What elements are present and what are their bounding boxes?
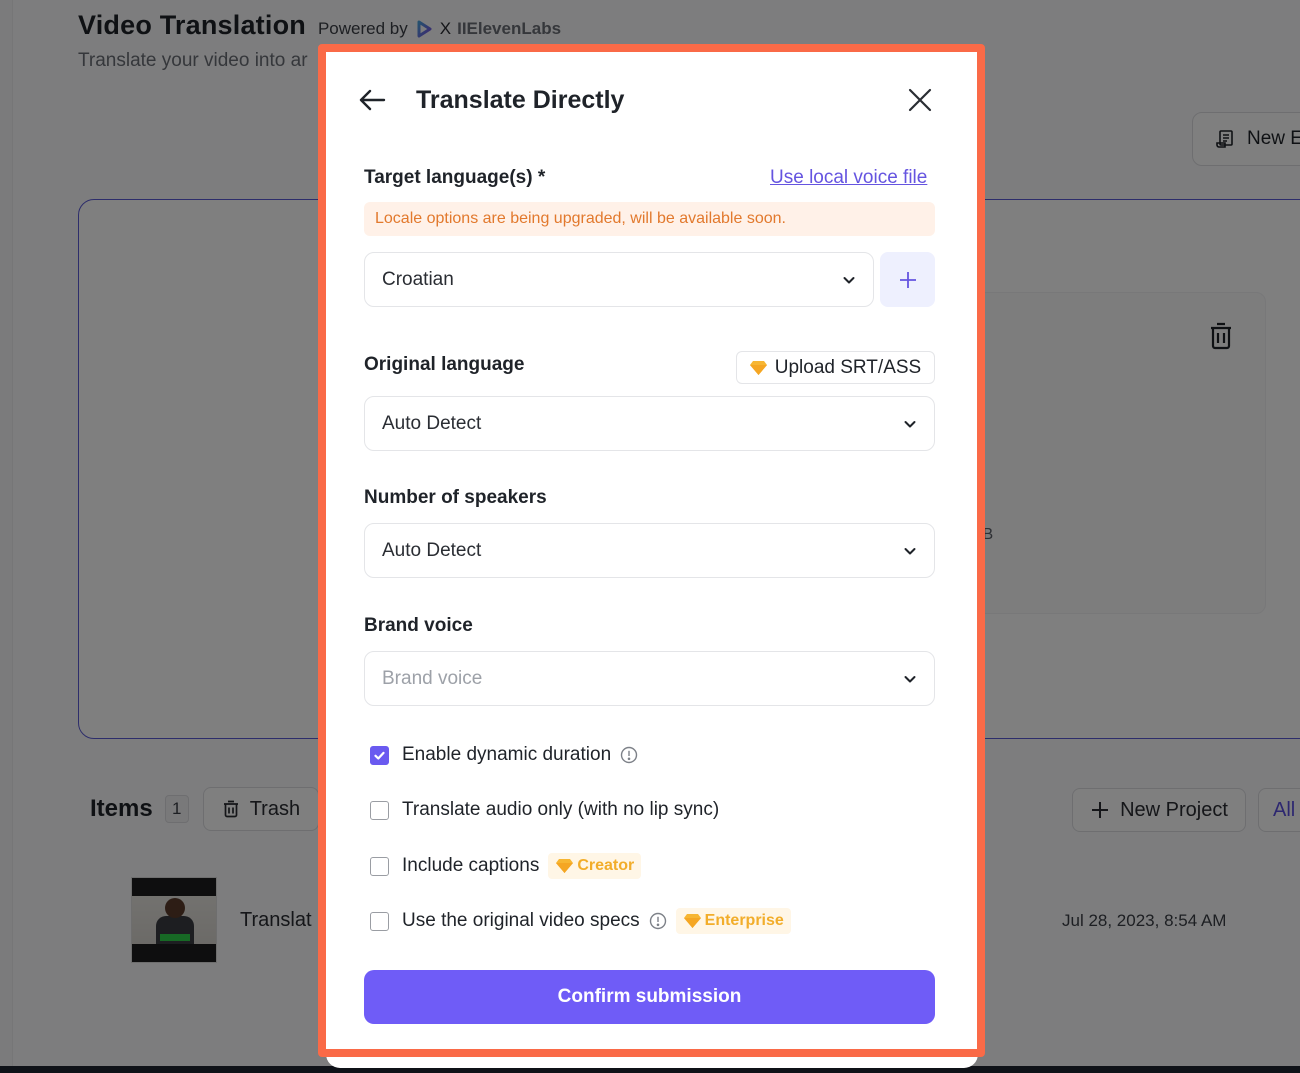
number-of-speakers-label: Number of speakers (364, 487, 547, 508)
audio-only-label: Translate audio only (with no lip sync) (402, 799, 720, 820)
dynamic-duration-label: Enable dynamic duration (402, 744, 612, 765)
info-icon[interactable] (649, 912, 667, 930)
premium-gem-icon (683, 914, 701, 928)
option-dynamic-duration[interactable]: Enable dynamic duration (370, 744, 638, 766)
include-captions-checkbox[interactable] (370, 856, 389, 876)
option-include-captions[interactable]: Include captions Creator (370, 853, 642, 879)
info-icon[interactable] (620, 746, 638, 764)
brand-voice-placeholder: Brand voice (382, 667, 483, 689)
number-of-speakers-select[interactable]: Auto Detect (364, 523, 935, 578)
chevron-down-icon (904, 547, 916, 554)
original-video-specs-label: Use the original video specs (402, 910, 640, 931)
target-language-label: Target language(s) * (364, 167, 546, 188)
modal-header: Translate Directly (356, 80, 936, 120)
back-button[interactable] (356, 84, 388, 116)
option-audio-only[interactable]: Translate audio only (with no lip sync) (370, 799, 719, 821)
add-target-language-button[interactable] (880, 252, 935, 307)
close-button[interactable] (904, 84, 936, 116)
brand-voice-label: Brand voice (364, 615, 473, 636)
upload-srt-ass-button[interactable]: Upload SRT/ASS (736, 351, 935, 384)
creator-tier-badge: Creator (548, 853, 642, 879)
original-language-value: Auto Detect (382, 412, 482, 434)
confirm-submission-button[interactable]: Confirm submission (364, 970, 935, 1024)
chevron-down-icon (843, 276, 855, 283)
original-language-label: Original language (364, 354, 525, 375)
locale-upgrade-notice: Locale options are being upgraded, will … (364, 202, 935, 236)
include-captions-label: Include captions (402, 855, 540, 876)
original-video-specs-checkbox[interactable] (370, 911, 389, 931)
upload-srt-ass-label: Upload SRT/ASS (774, 356, 922, 378)
check-icon (374, 751, 385, 760)
creator-tier-label: Creator (577, 857, 635, 874)
original-language-select[interactable]: Auto Detect (364, 396, 935, 451)
target-language-value: Croatian (382, 268, 454, 290)
enterprise-tier-label: Enterprise (704, 912, 784, 929)
arrow-left-icon (359, 89, 386, 111)
plus-icon (899, 271, 916, 288)
modal-title: Translate Directly (416, 85, 625, 114)
chevron-down-icon (904, 675, 916, 682)
audio-only-checkbox[interactable] (370, 800, 389, 820)
use-local-voice-file-link[interactable]: Use local voice file (770, 167, 927, 189)
premium-gem-icon (749, 360, 767, 375)
brand-voice-select[interactable]: Brand voice (364, 651, 935, 706)
dynamic-duration-checkbox[interactable] (370, 745, 389, 765)
option-original-video-specs[interactable]: Use the original video specs Enterprise (370, 908, 791, 934)
enterprise-tier-badge: Enterprise (675, 908, 791, 934)
target-language-select[interactable]: Croatian (364, 252, 874, 307)
number-of-speakers-value: Auto Detect (382, 539, 482, 561)
close-icon (908, 88, 932, 112)
premium-gem-icon (556, 859, 574, 873)
chevron-down-icon (904, 420, 916, 427)
